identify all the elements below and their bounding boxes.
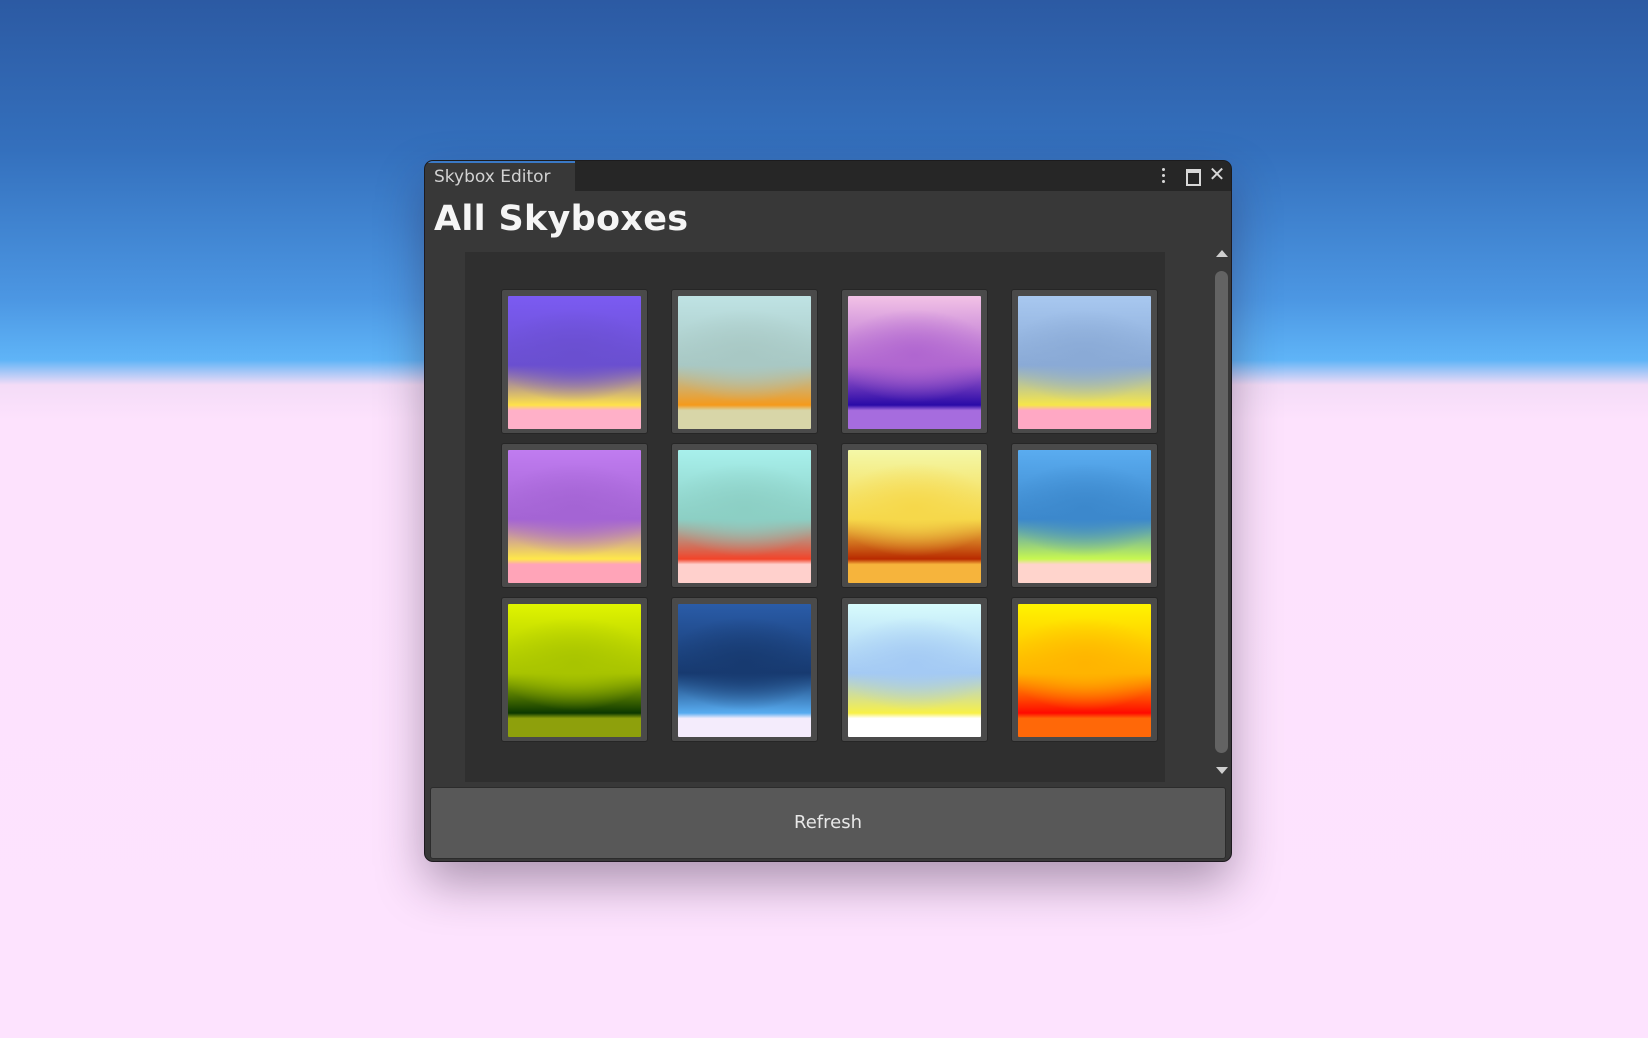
scrollbar-thumb[interactable] <box>1215 271 1228 753</box>
more-options-icon[interactable] <box>1153 165 1175 187</box>
skybox-preview-image <box>848 604 981 737</box>
skybox-editor-window: Skybox Editor ✕ All Skyboxes Refresh <box>425 161 1231 861</box>
skybox-preview-image <box>508 604 641 737</box>
skybox-preview-image <box>678 450 811 583</box>
skybox-thumbnail-12[interactable] <box>1011 597 1158 742</box>
skybox-preview-image <box>678 296 811 429</box>
skybox-thumbnail-4[interactable] <box>1011 289 1158 434</box>
skybox-preview-image <box>508 296 641 429</box>
skybox-thumbnail-10[interactable] <box>671 597 818 742</box>
skybox-preview-image <box>1018 450 1151 583</box>
skybox-grid <box>501 289 1158 742</box>
skybox-thumbnail-8[interactable] <box>1011 443 1158 588</box>
close-icon[interactable]: ✕ <box>1206 163 1228 187</box>
skybox-preview-image <box>848 296 981 429</box>
skybox-thumbnail-1[interactable] <box>501 289 648 434</box>
vertical-scrollbar[interactable] <box>1213 249 1229 775</box>
skybox-thumbnail-11[interactable] <box>841 597 988 742</box>
scroll-up-arrow-icon[interactable] <box>1216 250 1228 257</box>
skybox-preview-image <box>678 604 811 737</box>
skybox-thumbnail-9[interactable] <box>501 597 648 742</box>
skybox-preview-image <box>848 450 981 583</box>
skybox-grid-panel <box>465 252 1165 782</box>
skybox-preview-image <box>508 450 641 583</box>
scroll-down-arrow-icon[interactable] <box>1216 767 1228 774</box>
refresh-button[interactable]: Refresh <box>430 787 1226 859</box>
tab-skybox-editor[interactable]: Skybox Editor <box>425 161 575 192</box>
maximize-icon[interactable] <box>1182 165 1204 187</box>
skybox-thumbnail-6[interactable] <box>671 443 818 588</box>
skybox-thumbnail-3[interactable] <box>841 289 988 434</box>
skybox-preview-image <box>1018 296 1151 429</box>
skybox-thumbnail-7[interactable] <box>841 443 988 588</box>
skybox-thumbnail-2[interactable] <box>671 289 818 434</box>
page-title: All Skyboxes <box>434 199 689 239</box>
tab-bar: Skybox Editor ✕ <box>425 161 1231 192</box>
skybox-preview-image <box>1018 604 1151 737</box>
skybox-thumbnail-5[interactable] <box>501 443 648 588</box>
